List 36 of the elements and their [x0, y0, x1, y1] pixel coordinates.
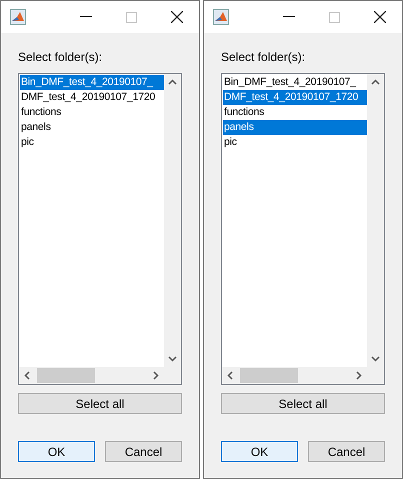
app-logo-icon [213, 9, 229, 25]
close-icon[interactable] [171, 11, 183, 23]
app-logo-icon [10, 9, 26, 25]
folder-item[interactable]: pic [20, 135, 164, 150]
prompt-label: Select folder(s): [18, 50, 104, 64]
scroll-down-icon[interactable] [168, 356, 177, 362]
scroll-left-icon[interactable] [227, 371, 233, 380]
scrollbar-thumb[interactable] [240, 368, 298, 383]
folder-item[interactable]: functions [20, 105, 164, 120]
folder-item[interactable]: DMF_test_4_20190107_1720 [20, 90, 164, 105]
scroll-right-icon[interactable] [356, 371, 362, 380]
close-icon[interactable] [374, 11, 386, 23]
folder-item[interactable]: pic [223, 135, 367, 150]
scroll-right-icon[interactable] [153, 371, 159, 380]
scroll-left-icon[interactable] [24, 371, 30, 380]
scrollbar-thumb[interactable] [37, 368, 95, 383]
folder-item[interactable]: panels [20, 120, 164, 135]
select-all-button[interactable]: Select all [18, 393, 182, 414]
cancel-button[interactable]: Cancel [105, 441, 182, 462]
select-all-button[interactable]: Select all [221, 393, 385, 414]
folder-list[interactable]: Bin_DMF_test_4_20190107_ DMF_test_4_20190107_1720 functions panels pic [221, 73, 385, 385]
ok-button[interactable]: OK [221, 441, 298, 462]
prompt-label: Select folder(s): [221, 50, 306, 64]
cancel-button[interactable]: Cancel [308, 441, 385, 462]
scroll-up-icon[interactable] [371, 79, 380, 85]
folder-item[interactable]: Bin_DMF_test_4_20190107_ [223, 75, 367, 90]
minimize-icon[interactable] [80, 16, 92, 18]
folder-item[interactable]: panels [223, 120, 367, 135]
folder-item[interactable]: Bin_DMF_test_4_20190107_ [20, 75, 164, 90]
ok-button[interactable]: OK [18, 441, 95, 462]
folder-item[interactable]: functions [223, 105, 367, 120]
minimize-icon[interactable] [283, 16, 295, 18]
scroll-up-icon[interactable] [168, 79, 177, 85]
folder-list[interactable]: Bin_DMF_test_4_20190107_ DMF_test_4_20190107_1720 functions panels pic [18, 73, 182, 385]
scroll-down-icon[interactable] [371, 356, 380, 362]
folder-item[interactable]: DMF_test_4_20190107_1720 [223, 90, 367, 105]
